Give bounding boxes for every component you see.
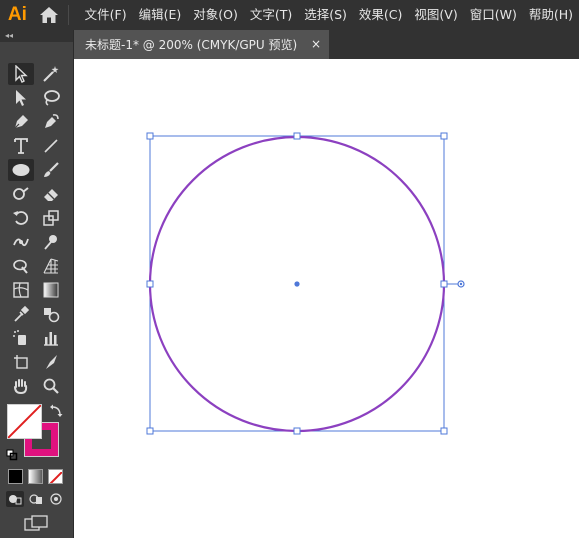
document-tab-title: 未标题-1* @ 200% (CMYK/GPU 预览) xyxy=(85,38,298,52)
tool-row xyxy=(6,351,66,373)
tool-row xyxy=(6,327,66,349)
tool-row xyxy=(6,279,66,301)
curvature-tool-icon[interactable] xyxy=(38,111,64,133)
slice-tool-icon[interactable] xyxy=(38,351,64,373)
menu-type[interactable]: 文字(T) xyxy=(244,0,298,30)
tool-row xyxy=(6,87,66,109)
close-tab-button[interactable]: × xyxy=(311,30,321,59)
magic-wand-tool-icon[interactable] xyxy=(38,63,64,85)
tool-row xyxy=(6,375,66,397)
draw-inside-icon[interactable] xyxy=(47,491,65,507)
lasso-tool-icon[interactable] xyxy=(38,87,64,109)
handle-bottom xyxy=(293,427,301,435)
live-shape-handle-dot xyxy=(459,282,463,286)
screen-mode-icon[interactable] xyxy=(24,515,48,535)
puppet-warp-tool-icon[interactable] xyxy=(38,231,64,253)
menu-window[interactable]: 窗口(W) xyxy=(464,0,523,30)
tool-row xyxy=(6,231,66,253)
pen-tool-icon[interactable] xyxy=(8,111,34,133)
artboard-tool-icon[interactable] xyxy=(8,351,34,373)
perspective-grid-tool-icon[interactable] xyxy=(38,255,64,277)
draw-behind-icon[interactable] xyxy=(27,491,45,507)
tool-row xyxy=(6,255,66,277)
menu-help[interactable]: 帮助(H) xyxy=(523,0,579,30)
handle-right xyxy=(440,280,448,288)
toolbar-collapse-button[interactable]: ◂◂ xyxy=(0,30,73,42)
tool-row xyxy=(6,183,66,205)
handle-left xyxy=(146,280,154,288)
tool-row xyxy=(6,207,66,229)
tool-row xyxy=(6,111,66,133)
center-point xyxy=(294,281,300,287)
hand-tool-icon[interactable] xyxy=(8,375,34,397)
eyedropper-tool-icon[interactable] xyxy=(8,303,34,325)
blend-tool-icon[interactable] xyxy=(38,303,64,325)
zoom-tool-icon[interactable] xyxy=(38,375,64,397)
gradient-tool-icon[interactable] xyxy=(38,279,64,301)
handle-top xyxy=(293,132,301,140)
draw-normal-icon[interactable] xyxy=(6,491,24,507)
menu-view[interactable]: 视图(V) xyxy=(408,0,463,30)
fill-swatch[interactable] xyxy=(7,404,42,439)
artwork-svg[interactable] xyxy=(74,59,579,538)
no-fill-icon xyxy=(8,405,41,438)
menu-select[interactable]: 选择(S) xyxy=(298,0,353,30)
none-icon xyxy=(49,471,62,483)
eraser-tool-icon[interactable] xyxy=(38,183,64,205)
column-graph-tool-icon[interactable] xyxy=(38,327,64,349)
default-fill-stroke-icon[interactable] xyxy=(6,446,18,465)
symbol-sprayer-tool-icon[interactable] xyxy=(8,327,34,349)
menu-separator xyxy=(67,5,69,25)
shape-builder-tool-icon[interactable] xyxy=(8,255,34,277)
tool-row xyxy=(6,135,66,157)
handle-top-right xyxy=(440,132,448,140)
document-tab[interactable]: 未标题-1* @ 200% (CMYK/GPU 预览) × xyxy=(74,30,329,59)
app-logo: Ai xyxy=(7,4,27,25)
menu-file[interactable]: 文件(F) xyxy=(75,0,133,30)
type-tool-icon[interactable] xyxy=(8,135,34,157)
artboard-canvas[interactable] xyxy=(74,59,579,538)
gradient-mode-button[interactable] xyxy=(28,469,43,484)
handle-bottom-left xyxy=(146,427,154,435)
tool-row xyxy=(6,63,66,85)
tool-row xyxy=(6,303,66,325)
menu-object[interactable]: 对象(O) xyxy=(187,0,244,30)
handle-bottom-right xyxy=(440,427,448,435)
shaper-tool-icon[interactable] xyxy=(8,183,34,205)
mesh-tool-icon[interactable] xyxy=(8,279,34,301)
home-icon[interactable] xyxy=(35,0,64,30)
none-mode-button[interactable] xyxy=(48,469,63,484)
paintbrush-tool-icon[interactable] xyxy=(38,159,64,181)
selection-tool-icon[interactable] xyxy=(8,63,34,85)
swap-fill-stroke-icon[interactable] xyxy=(49,403,63,422)
tools-panel: ◂◂ xyxy=(0,30,74,538)
ellipse-tool-icon[interactable] xyxy=(8,159,34,181)
rotate-tool-icon[interactable] xyxy=(8,207,34,229)
direct-selection-tool-icon[interactable] xyxy=(8,87,34,109)
menu-edit[interactable]: 编辑(E) xyxy=(133,0,188,30)
handle-top-left xyxy=(146,132,154,140)
menu-effect[interactable]: 效果(C) xyxy=(353,0,408,30)
document-tab-bar: 未标题-1* @ 200% (CMYK/GPU 预览) × xyxy=(74,30,579,59)
width-tool-icon[interactable] xyxy=(8,231,34,253)
scale-tool-icon[interactable] xyxy=(38,207,64,229)
color-mode-button[interactable] xyxy=(8,469,23,484)
line-segment-tool-icon[interactable] xyxy=(38,135,64,157)
menu-bar: Ai 文件(F) 编辑(E) 对象(O) 文字(T) 选择(S) 效果(C) 视… xyxy=(0,0,579,30)
tool-row xyxy=(6,159,66,181)
